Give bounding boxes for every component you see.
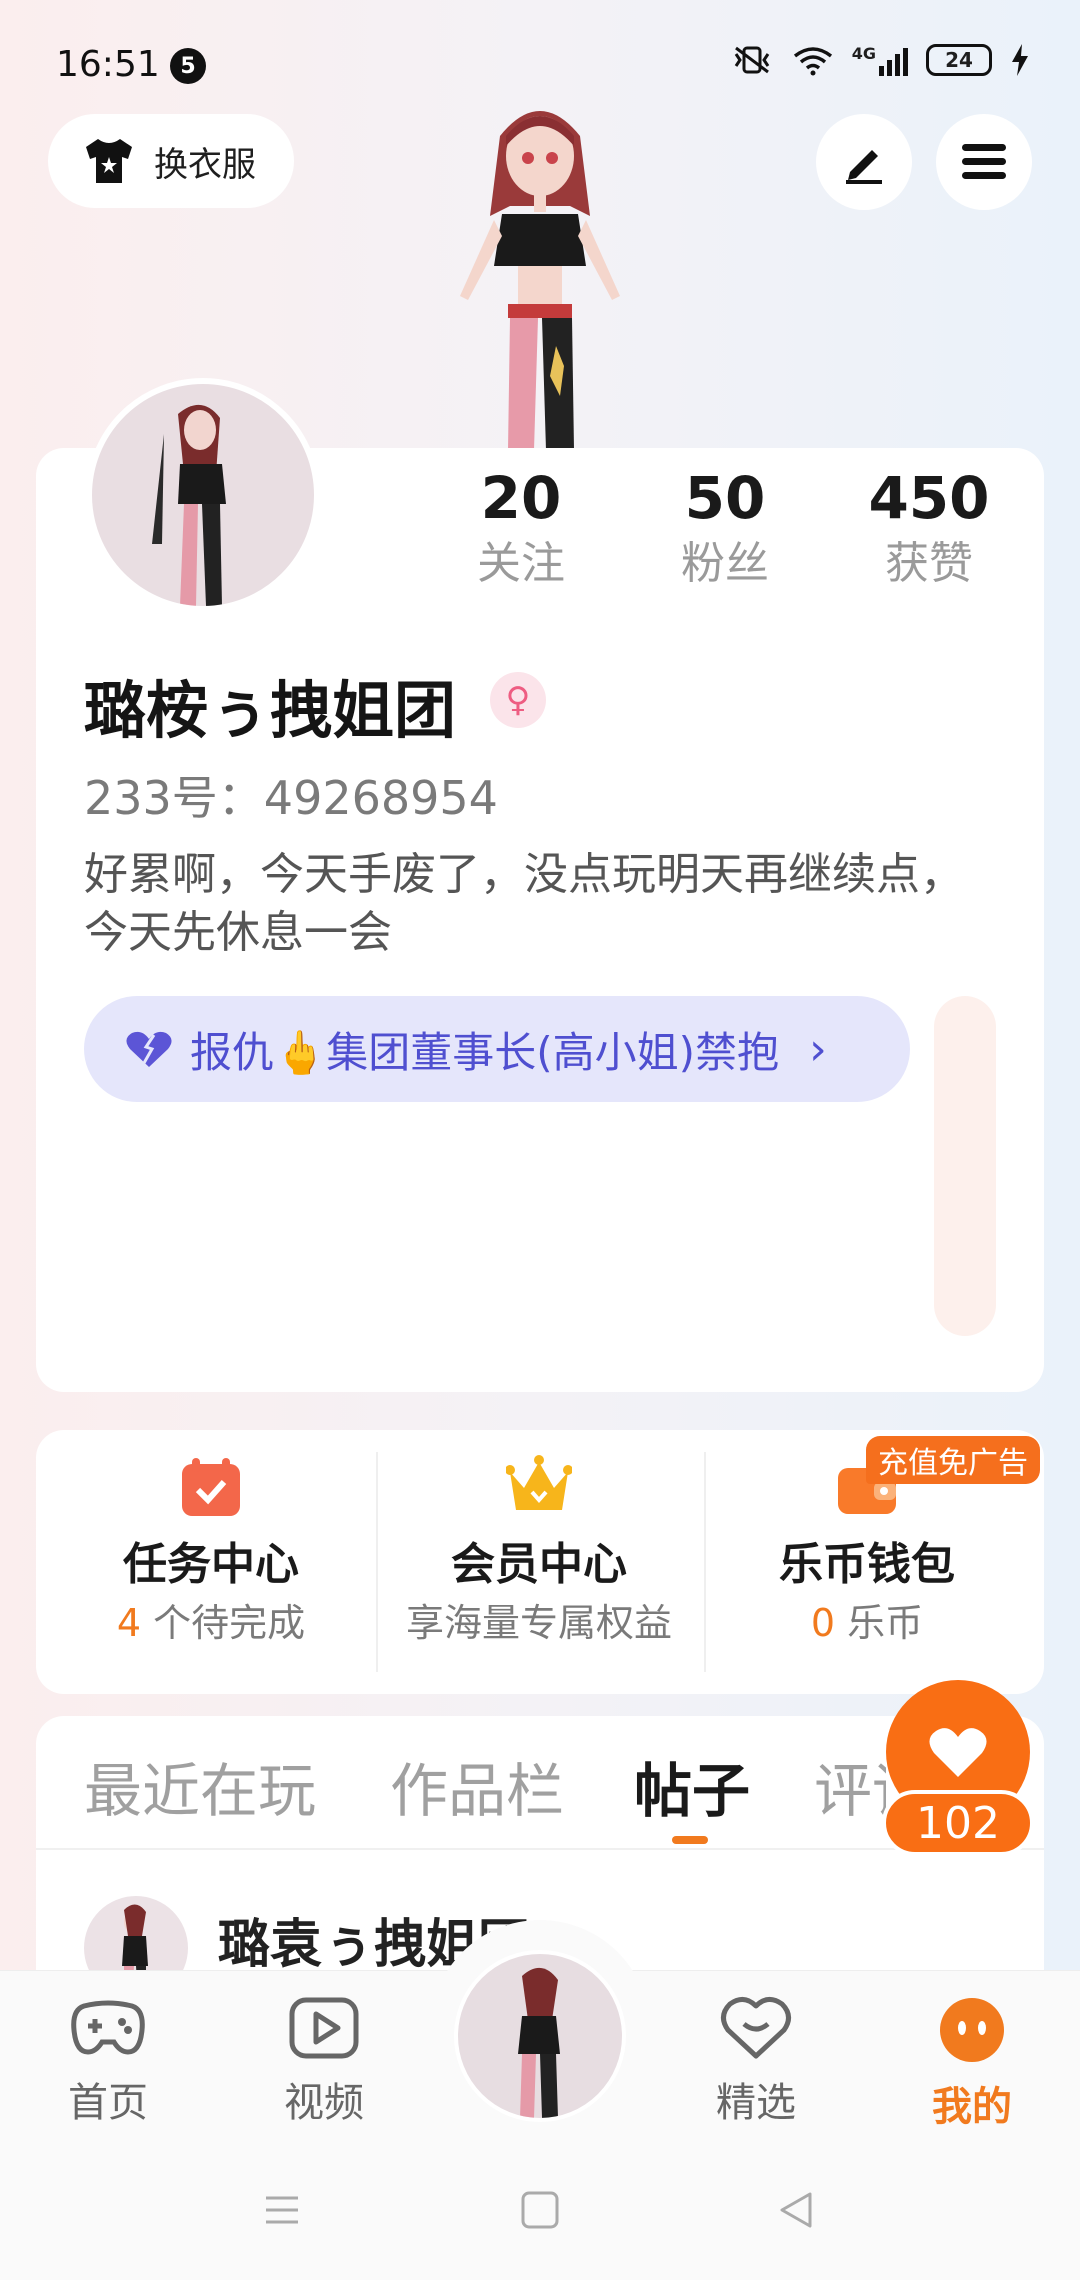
- member-center-label: 会员中心: [451, 1539, 627, 1590]
- side-scroll-track[interactable]: [934, 996, 996, 1336]
- signal-icon: 4G: [852, 44, 908, 76]
- avatar-figure: [152, 404, 226, 606]
- nav-center-avatar[interactable]: [454, 1950, 626, 2122]
- active-tab-indicator: [672, 1836, 708, 1844]
- user-id[interactable]: 233号：49268954: [84, 762, 498, 828]
- task-center[interactable]: 任务中心 4 个待完成: [48, 1450, 374, 1676]
- like-count-badge[interactable]: 102: [882, 1790, 1034, 1856]
- recent-apps-icon[interactable]: [262, 2190, 302, 2230]
- likes-label: 获赞: [885, 538, 973, 589]
- home-square-icon[interactable]: [520, 2190, 560, 2230]
- gender-female-icon: ♀: [490, 672, 546, 728]
- change-outfit-label: 换衣服: [154, 144, 256, 185]
- change-outfit-button[interactable]: 换衣服: [48, 114, 294, 208]
- calendar-check-icon: [182, 1458, 240, 1516]
- task-center-sub: 4 个待完成: [116, 1601, 306, 1645]
- nav-featured-label: 精选: [716, 2080, 796, 2126]
- nav-featured[interactable]: 精选: [676, 1996, 836, 2128]
- notification-badge: 5: [170, 48, 206, 84]
- chevron-right-icon: ›: [809, 1023, 827, 1075]
- likes-count: 450: [868, 464, 990, 532]
- profile-avatar[interactable]: [86, 378, 320, 612]
- fans-count: 50: [684, 464, 766, 532]
- shirt-icon: [86, 139, 132, 183]
- nav-home[interactable]: 首页: [28, 1996, 188, 2128]
- fans-label: 粉丝: [681, 538, 769, 589]
- pen-icon: [846, 150, 882, 184]
- hamburger-icon: [962, 144, 1006, 179]
- following-label: 关注: [477, 538, 565, 589]
- tab-works[interactable]: 作品栏: [390, 1744, 564, 1828]
- menu-button[interactable]: [936, 114, 1032, 210]
- member-center[interactable]: 会员中心 享海量专属权益: [376, 1450, 702, 1676]
- stat-following[interactable]: 20 关注: [436, 462, 606, 594]
- tabs-divider: [36, 1848, 1044, 1850]
- title-badge[interactable]: 报仇🖕集团董事长(高小姐)禁抱 ›: [84, 996, 910, 1102]
- task-center-label: 任务中心: [123, 1539, 299, 1590]
- status-icons: 4G 24: [730, 44, 1030, 76]
- battery-icon: 24: [926, 44, 992, 76]
- heart-icon: [929, 1728, 987, 1777]
- following-count: 20: [480, 464, 562, 532]
- center-avatar-figure: [518, 1967, 560, 2118]
- user-bio: 好累啊，今天手废了，没点玩明天再继续点，今天先休息一会: [84, 849, 964, 958]
- avatar-character[interactable]: [430, 96, 650, 450]
- back-triangle-icon[interactable]: [776, 2190, 816, 2230]
- tab-comments[interactable]: 评论: [814, 1744, 886, 1828]
- nav-video-label: 视频: [284, 2080, 364, 2126]
- coin-wallet-label: 乐币钱包: [779, 1539, 955, 1590]
- charging-icon: [1012, 44, 1028, 76]
- heart-title-icon: [126, 1031, 172, 1067]
- member-center-sub: 享海量专属权益: [405, 1601, 672, 1645]
- nav-home-label: 首页: [68, 2080, 148, 2126]
- username: 璐桉ぅ拽姐团: [84, 674, 457, 747]
- recharge-promo-tag[interactable]: 充值免广告: [866, 1436, 1040, 1484]
- title-text: 报仇🖕集团董事长(高小姐)禁抱: [190, 1027, 780, 1077]
- wifi-icon: [793, 47, 832, 76]
- nav-video[interactable]: 视频: [244, 1996, 404, 2128]
- profile-face-icon: [940, 1998, 1004, 2062]
- video-play-icon: [289, 1997, 359, 2059]
- stat-fans[interactable]: 50 粉丝: [640, 462, 810, 594]
- edit-profile-button[interactable]: [816, 114, 912, 210]
- status-time: 16:51: [56, 44, 160, 85]
- vibrate-mute-icon: [734, 46, 769, 74]
- heart-bubble-icon: [721, 1997, 791, 2059]
- nav-mine[interactable]: 我的: [892, 1996, 1052, 2132]
- coin-wallet-sub: 0 乐币: [810, 1601, 924, 1645]
- tab-posts[interactable]: 帖子: [634, 1744, 750, 1828]
- nav-mine-label: 我的: [932, 2084, 1012, 2130]
- tab-recently-played[interactable]: 最近在玩: [84, 1744, 316, 1828]
- gamepad-icon: [71, 2000, 145, 2055]
- stat-likes[interactable]: 450 获赞: [844, 462, 1014, 594]
- crown-icon: [505, 1455, 573, 1510]
